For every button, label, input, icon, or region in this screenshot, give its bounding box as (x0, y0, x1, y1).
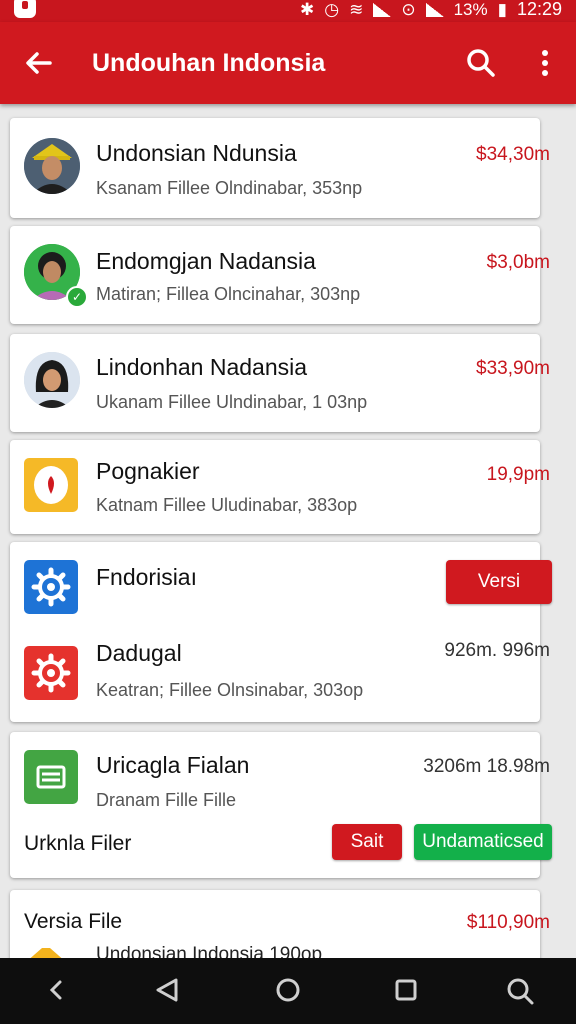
item-price: $33,90m (476, 358, 550, 379)
verified-badge-icon: ✓ (66, 286, 88, 308)
sync-icon: ⊙ (401, 0, 416, 19)
item-name: Lindonhan Nadansia (96, 354, 308, 380)
item-price: 19,9pm (486, 464, 550, 485)
battery-icon: ▮ (497, 0, 507, 19)
back-chevron-icon[interactable] (46, 976, 66, 1004)
search-icon[interactable] (464, 46, 498, 80)
item-name: Dadugal (96, 640, 182, 666)
item-subtitle: Matiran; Fillea Olncinahar, 303np (96, 284, 361, 304)
location-pin-icon (34, 466, 68, 504)
system-nav-bar (0, 958, 576, 1024)
recents-square-icon[interactable] (392, 976, 420, 1004)
app-bar: Undouhan Indonsia (0, 22, 576, 104)
item-price: $34,30m (476, 144, 550, 165)
versi-button[interactable]: Versi (446, 560, 552, 604)
search-icon[interactable] (504, 976, 536, 1006)
avatar (24, 138, 80, 194)
item-price: $110,90m (466, 912, 550, 933)
item-price: 3206m 18.98m (423, 756, 550, 777)
bluetooth-icon: ✱ (299, 0, 315, 19)
undamaticsed-button[interactable]: Undamaticsed (414, 824, 552, 860)
page-title: Undouhan Indonsia (92, 49, 326, 77)
item-name: Undonsian Ndunsia (96, 140, 297, 166)
alarm-icon: ◷ (324, 0, 340, 19)
back-triangle-icon[interactable] (152, 976, 182, 1004)
item-name: Endomgjan Nadansia (96, 248, 316, 274)
item-name: Pognakier (96, 458, 200, 484)
item-subtitle: Keatran; Fillee Olnsinabar, 303op (96, 680, 364, 700)
file-card: Uricagla Fialan 3206m 18.98m Dranam Fill… (10, 732, 552, 878)
card-title: Versia File (24, 910, 123, 933)
save-button[interactable]: Sait (332, 824, 402, 860)
app-icon (24, 458, 78, 512)
signal-icon-2 (425, 2, 444, 17)
clock: 12:29 (516, 0, 562, 19)
group-card: Fndorisiaı Versi Dadugal 926m. 996m Keat… (10, 542, 552, 722)
list-item[interactable]: Lindonhan Nadansia Ukanam Fillee Ulndina… (10, 334, 550, 432)
more-options-icon[interactable] (530, 46, 560, 80)
item-name: Uricagla Fialan (96, 752, 250, 778)
list-item[interactable]: Pognakier Katnam Fillee Uludinabar, 383o… (10, 440, 550, 534)
item-price: 926m. 996m (444, 640, 550, 661)
list-item[interactable]: Undonsian Ndunsia Ksanam Fillee Olndinab… (10, 118, 550, 218)
back-arrow-icon[interactable] (22, 46, 56, 80)
avatar (24, 352, 80, 408)
settings-gear-icon (24, 646, 78, 700)
item-price: $3,0bm (486, 252, 550, 273)
footer-label: Urknla Filer (24, 832, 132, 855)
item-subtitle: Ksanam Fillee Olndinabar, 353np (96, 178, 363, 198)
item-subtitle: Katnam Fillee Uludinabar, 383op (96, 495, 358, 515)
notification-icon (14, 0, 36, 18)
settings-gear-icon (24, 560, 78, 614)
status-bar: ✱ ◷ ≋ ⊙ 13% ▮ 12:29 (0, 0, 576, 22)
item-subtitle: Ukanam Fillee Ulndinabar, 1 03np (96, 392, 368, 412)
item-name: Fndorisiaı (96, 564, 197, 590)
status-icons: ✱ ◷ ≋ ⊙ 13% ▮ 12:29 (300, 0, 562, 20)
item-subtitle: Dranam Fille Fille (96, 790, 237, 810)
home-circle-icon[interactable] (274, 976, 302, 1004)
document-icon (24, 750, 78, 804)
battery-percent: 13% (453, 0, 488, 19)
wifi-icon: ≋ (349, 0, 364, 19)
list-item[interactable]: ✓ Endomgjan Nadansia Matiran; Fillea Oln… (10, 226, 550, 324)
signal-icon (373, 2, 392, 17)
